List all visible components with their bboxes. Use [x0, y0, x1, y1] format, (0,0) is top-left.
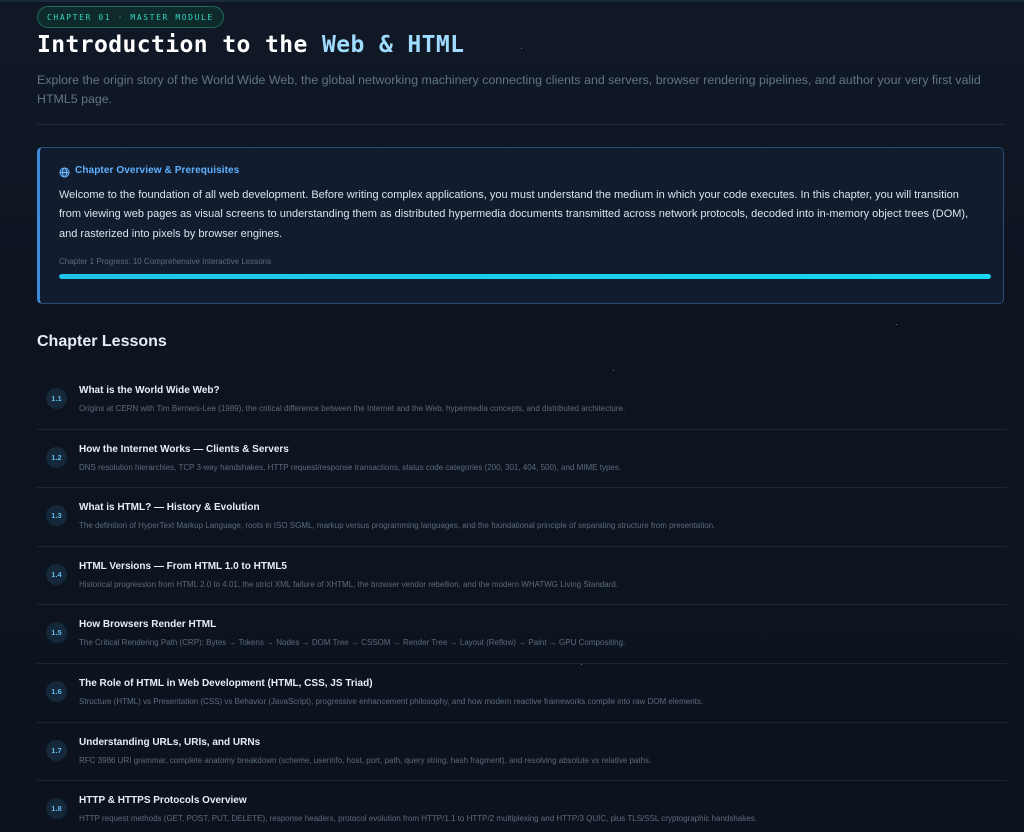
lesson-title[interactable]: How Browsers Render HTML: [79, 619, 216, 630]
star-dot: [521, 48, 522, 49]
lesson-description: DNS resolution hierarchies, TCP 3-way ha…: [79, 462, 622, 472]
lesson-number-badge: 1.3: [46, 505, 67, 527]
lesson-title[interactable]: HTTP & HTTPS Protocols Overview: [79, 795, 247, 806]
lesson-title[interactable]: What is the World Wide Web?: [79, 385, 220, 396]
lesson-item[interactable]: 1.8 HTTP & HTTPS Protocols Overview HTTP r…: [37, 781, 1007, 832]
progress-track: [59, 274, 991, 279]
page-title-accent: Web & HTML: [321, 32, 465, 58]
overview-header: Chapter Overview & Prerequisites: [59, 165, 240, 178]
lesson-item[interactable]: 1.7 Understanding URLs, URIs, and URNs RFC…: [37, 723, 1007, 782]
lesson-item[interactable]: 1.4 HTML Versions — From HTML 1.0 to HTML…: [37, 547, 1007, 606]
progress-label: Chapter 1 Progress: 10 Comprehensive Int…: [59, 257, 272, 266]
lesson-number-badge: 1.6: [46, 680, 67, 702]
header-divider: [37, 124, 1004, 125]
lesson-item[interactable]: 1.1 What is the World Wide Web? Origins at…: [37, 371, 1007, 430]
page-title-main: Introduction to the: [37, 32, 322, 58]
overview-body: Welcome to the foundation of all web dev…: [59, 189, 969, 240]
lesson-description: HTTP request methods (GET, POST, PUT, DE…: [79, 814, 757, 824]
globe-icon: [59, 165, 70, 178]
lesson-description: Structure (HTML) vs Presentation (CSS) v…: [79, 696, 704, 706]
overview-title: Chapter Overview & Prerequisites: [75, 165, 240, 176]
lesson-description: The Critical Rendering Path (CRP): Bytes…: [79, 638, 626, 648]
lesson-title[interactable]: HTML Versions — From HTML 1.0 to HTML5: [79, 561, 287, 572]
lesson-title[interactable]: How the Internet Works — Clients & Serve…: [79, 444, 289, 455]
lesson-description: The definition of HyperText Markup Langu…: [79, 521, 716, 531]
page-subtitle: Explore the origin story of the World Wi…: [37, 73, 981, 106]
lesson-description: Historical progression from HTML 2.0 to …: [79, 579, 619, 589]
top-border: [0, 0, 1024, 2]
star-dot: [896, 324, 897, 325]
lesson-number-badge: 1.5: [46, 622, 67, 644]
lesson-description: Origins at CERN with Tim Berners-Lee (19…: [79, 404, 626, 413]
lesson-title[interactable]: What is HTML? — History & Evolution: [79, 502, 260, 513]
lesson-item[interactable]: 1.6 The Role of HTML in Web Development (…: [37, 664, 1007, 723]
lesson-item[interactable]: 1.3 What is HTML? — History & Evolution Th…: [37, 488, 1007, 547]
chapter-overview-card: Chapter Overview & Prerequisites Welcome…: [37, 147, 1004, 304]
lessons-section-title: Chapter Lessons: [37, 333, 167, 350]
page-title: Introduction to the Web & HTML: [37, 32, 464, 58]
lesson-item[interactable]: 1.2 How the Internet Works — Clients & Se…: [37, 430, 1007, 489]
lesson-number-badge: 1.4: [46, 563, 67, 585]
lesson-item[interactable]: 1.5 How Browsers Render HTML The Critical …: [37, 605, 1007, 664]
lesson-number-badge: 1.2: [46, 446, 67, 468]
lesson-description: RFC 3986 URI grammar, complete anatomy b…: [79, 755, 652, 765]
lesson-number-badge: 1.1: [46, 388, 67, 409]
lesson-title[interactable]: The Role of HTML in Web Development (HTM…: [79, 678, 373, 689]
progress-fill: [59, 274, 991, 279]
chapter-badge: CHAPTER 01 · MASTER MODULE: [37, 6, 224, 28]
lesson-title[interactable]: Understanding URLs, URIs, and URNs: [79, 737, 260, 748]
lesson-list: 1.1 What is the World Wide Web? Origins at…: [37, 371, 1007, 832]
lesson-number-badge: 1.7: [46, 739, 67, 761]
lesson-number-badge: 1.8: [46, 798, 67, 820]
